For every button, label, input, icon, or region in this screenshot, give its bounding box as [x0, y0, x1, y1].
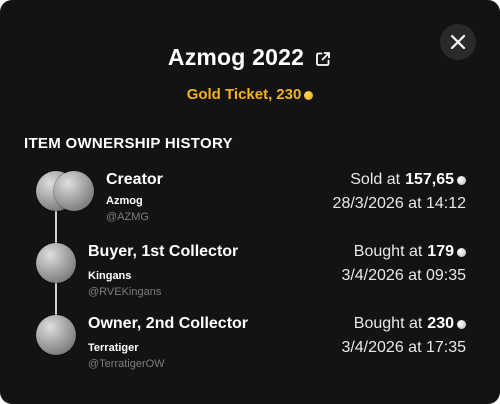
entry-name: Kingans	[88, 270, 132, 282]
entry-date: 3/4/2026 at 09:35	[341, 267, 466, 284]
entry-handle[interactable]: @AZMG	[106, 211, 149, 223]
price-label: Bought at	[353, 315, 423, 332]
price-value: 230	[427, 315, 454, 332]
entry-name: Azmog	[106, 195, 143, 207]
title-row: Azmog 2022	[0, 44, 500, 71]
silver-coin-icon	[457, 175, 466, 185]
silver-coin-icon	[457, 319, 466, 329]
item-title: Azmog 2022	[167, 44, 305, 70]
section-title: ITEM OWNERSHIP HISTORY	[24, 135, 233, 152]
gold-coin-icon	[304, 90, 314, 100]
entry-handle[interactable]: @RVEKingans	[88, 286, 161, 298]
external-link-icon[interactable]	[314, 50, 332, 68]
ownership-history-modal: Azmog 2022 Gold Ticket, 230 ITEM OWNERSH…	[0, 0, 500, 404]
price-value: 157,65	[405, 171, 454, 188]
history-entry: Creator Azmog @AZMG Sold at 157,65 28/3/…	[0, 171, 500, 241]
entry-price: Sold at 157,65	[350, 171, 466, 189]
entry-date: 3/4/2026 at 17:35	[341, 339, 466, 356]
price-label: Bought at	[353, 243, 423, 260]
ticket-subtitle: Gold Ticket, 230	[0, 86, 500, 103]
entry-handle[interactable]: @TerratigerOW	[88, 358, 165, 370]
entry-date: 28/3/2026 at 14:12	[332, 195, 466, 212]
entry-price: Bought at 179	[354, 243, 466, 261]
ticket-value: 230	[276, 86, 302, 103]
ticket-label: Gold Ticket,	[186, 86, 273, 103]
silver-coin-icon	[457, 247, 466, 257]
entry-name: Terratiger	[88, 342, 139, 354]
price-value: 179	[427, 243, 454, 260]
entry-role: Buyer, 1st Collector	[88, 243, 239, 260]
entry-price: Bought at 230	[354, 315, 466, 333]
history-entry: Buyer, 1st Collector Kingans @RVEKingans…	[0, 243, 500, 313]
history-entry: Owner, 2nd Collector Terratiger @Terrati…	[0, 315, 500, 385]
entry-role: Owner, 2nd Collector	[88, 315, 249, 332]
price-label: Sold at	[350, 171, 401, 188]
entry-role: Creator	[106, 171, 163, 188]
